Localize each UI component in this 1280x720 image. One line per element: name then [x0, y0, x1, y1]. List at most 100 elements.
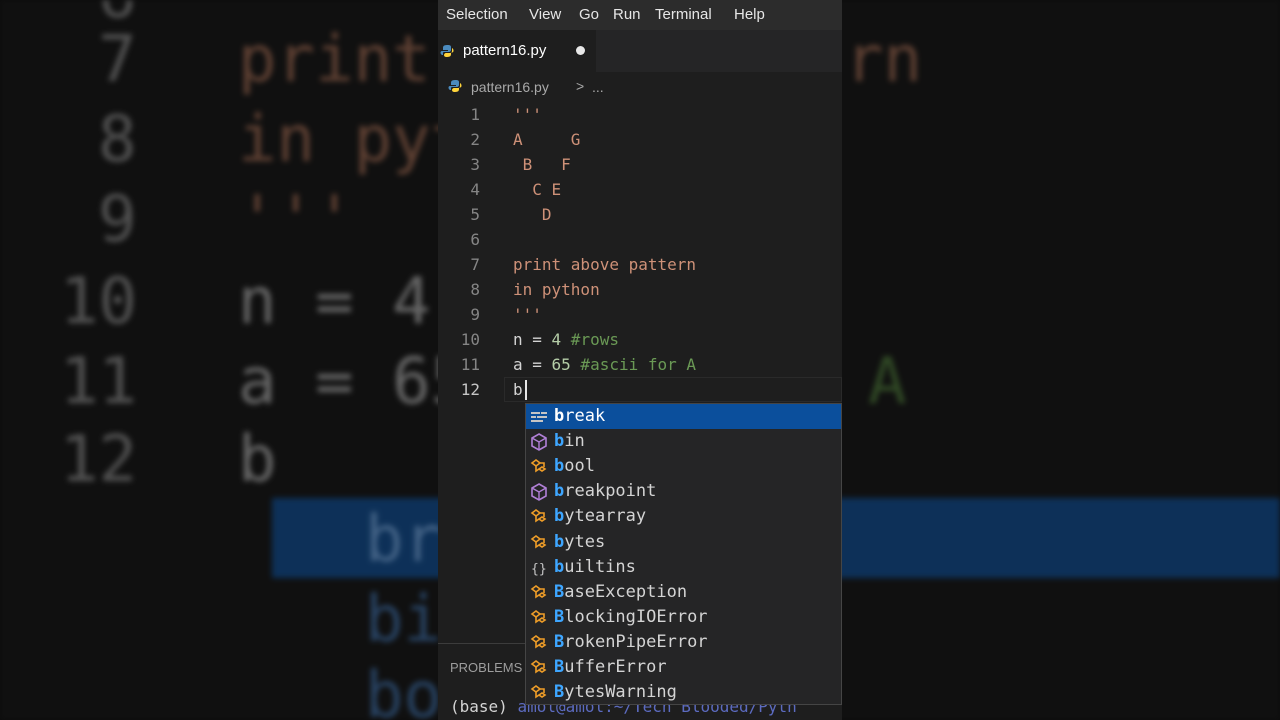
- backdrop-line-number: 12: [60, 423, 138, 497]
- method-cube-icon: [529, 432, 549, 452]
- code-line[interactable]: 7 print above pattern: [438, 252, 842, 277]
- class-icon: [529, 533, 549, 553]
- line-number: 12: [460, 380, 480, 399]
- breadcrumb-file[interactable]: pattern16.py: [471, 79, 549, 95]
- code-line[interactable]: 9 ''': [438, 302, 842, 327]
- backdrop-line-text: in pyt: [238, 103, 470, 177]
- line-text: print above pattern: [513, 255, 697, 274]
- chevron-right-icon: >: [576, 78, 585, 94]
- suggestion-item[interactable]: breakpoint: [526, 479, 841, 504]
- code-line[interactable]: 11 a = 65 #ascii for A: [438, 352, 842, 377]
- suggestion-item[interactable]: bytearray: [526, 504, 841, 529]
- suggestion-label: builtins: [554, 556, 636, 577]
- backdrop-line-number: 11: [60, 345, 138, 419]
- suggestion-item[interactable]: bytes: [526, 530, 841, 555]
- tab-title: pattern16.py: [463, 42, 547, 59]
- class-icon: [529, 658, 549, 678]
- backdrop-line-text: ''': [238, 183, 354, 257]
- menu-bar: Selection View Go Run Terminal Help: [438, 0, 842, 30]
- line-number: 10: [460, 330, 480, 349]
- suggestion-item[interactable]: {} builtins: [526, 555, 841, 580]
- line-text: A G: [513, 130, 581, 149]
- line-number: 5: [470, 205, 480, 224]
- code-line[interactable]: 8 in python: [438, 277, 842, 302]
- backdrop-line-number: 7: [98, 23, 137, 97]
- suggestion-label: breakpoint: [554, 481, 657, 502]
- python-file-icon: [440, 44, 454, 62]
- line-number: 9: [470, 305, 480, 324]
- menu-help[interactable]: Help: [734, 6, 765, 23]
- text-caret: [525, 380, 527, 400]
- menu-terminal[interactable]: Terminal: [655, 6, 712, 23]
- menu-selection[interactable]: Selection: [446, 6, 508, 23]
- suggestion-label: BlockingIOError: [554, 606, 708, 627]
- line-text: ''': [513, 305, 542, 324]
- line-text: b: [513, 380, 523, 399]
- breadcrumb-more[interactable]: ...: [592, 79, 604, 95]
- suggestion-item[interactable]: BytesWarning: [526, 680, 841, 704]
- module-braces-icon: {}: [529, 558, 549, 578]
- suggestion-label: bytes: [554, 531, 606, 552]
- suggestion-item[interactable]: BrokenPipeError: [526, 630, 841, 655]
- suggestion-label: break: [554, 406, 606, 426]
- backdrop-line-text: b: [238, 423, 277, 497]
- menu-view[interactable]: View: [529, 6, 561, 23]
- code-line[interactable]: 4 C E: [438, 177, 842, 202]
- backdrop-line-text: a = 65: [238, 345, 470, 419]
- line-text: in python: [513, 280, 600, 299]
- keyword-icon: [529, 407, 549, 427]
- suggestion-item[interactable]: BaseException: [526, 580, 841, 605]
- line-number: 8: [470, 280, 480, 299]
- backdrop-fragment: A: [868, 345, 907, 419]
- line-number: 7: [470, 255, 480, 274]
- backdrop-line-text: n = 4: [238, 265, 431, 339]
- class-icon: [529, 457, 549, 477]
- breadcrumb: pattern16.py > ...: [438, 76, 842, 100]
- tab-problems[interactable]: PROBLEMS: [450, 660, 522, 675]
- line-text: B F: [513, 155, 571, 174]
- suggestion-label: BufferError: [554, 657, 667, 677]
- suggestion-item[interactable]: bin: [526, 429, 841, 454]
- menu-go[interactable]: Go: [579, 6, 599, 23]
- line-number: 4: [470, 180, 480, 199]
- backdrop-line-number: 10: [60, 265, 138, 339]
- code-line[interactable]: 12 b: [438, 377, 842, 402]
- code-line[interactable]: 5 D: [438, 202, 842, 227]
- line-text: a = 65 #ascii for A: [513, 355, 697, 374]
- menu-run[interactable]: Run: [613, 6, 641, 23]
- suggest-widget[interactable]: break bin bool breakpoint bytearray bytes {} bu…: [525, 403, 842, 705]
- backdrop-fragment: bo: [365, 659, 443, 720]
- line-text: ''': [513, 105, 542, 124]
- backdrop-line-text: print: [238, 23, 431, 97]
- code-line[interactable]: 6: [438, 227, 842, 252]
- terminal-prompt: (base): [450, 697, 508, 716]
- suggestion-item[interactable]: BufferError: [526, 655, 841, 680]
- suggestion-label: bytearray: [554, 506, 647, 527]
- line-text: n = 4 #rows: [513, 330, 619, 349]
- python-file-icon: [448, 79, 462, 96]
- line-number: 2: [470, 130, 480, 149]
- line-text: D: [513, 205, 552, 224]
- line-number: 1: [470, 105, 480, 124]
- backdrop-line-number: 8: [98, 103, 137, 177]
- suggestion-label: BytesWarning: [554, 682, 677, 703]
- backdrop-fragment: rn: [845, 23, 923, 97]
- suggestion-item[interactable]: break: [526, 404, 841, 429]
- method-cube-icon: [529, 482, 549, 502]
- class-icon: [529, 683, 549, 703]
- svg-text:{}: {}: [531, 562, 547, 577]
- code-line[interactable]: 1 ''': [438, 102, 842, 127]
- code-line[interactable]: 2 A G: [438, 127, 842, 152]
- code-line[interactable]: 3 B F: [438, 152, 842, 177]
- code-line[interactable]: 10 n = 4 #rows: [438, 327, 842, 352]
- line-number: 3: [470, 155, 480, 174]
- suggestion-label: BaseException: [554, 581, 688, 602]
- class-icon: [529, 507, 549, 527]
- suggestion-item[interactable]: BlockingIOError: [526, 605, 841, 630]
- suggestion-label: bool: [554, 456, 595, 477]
- class-icon: [529, 608, 549, 628]
- tab-pattern16[interactable]: pattern16.py: [438, 30, 596, 72]
- backdrop-fragment: br: [365, 503, 443, 577]
- unsaved-dot-icon[interactable]: [576, 46, 585, 55]
- suggestion-item[interactable]: bool: [526, 454, 841, 479]
